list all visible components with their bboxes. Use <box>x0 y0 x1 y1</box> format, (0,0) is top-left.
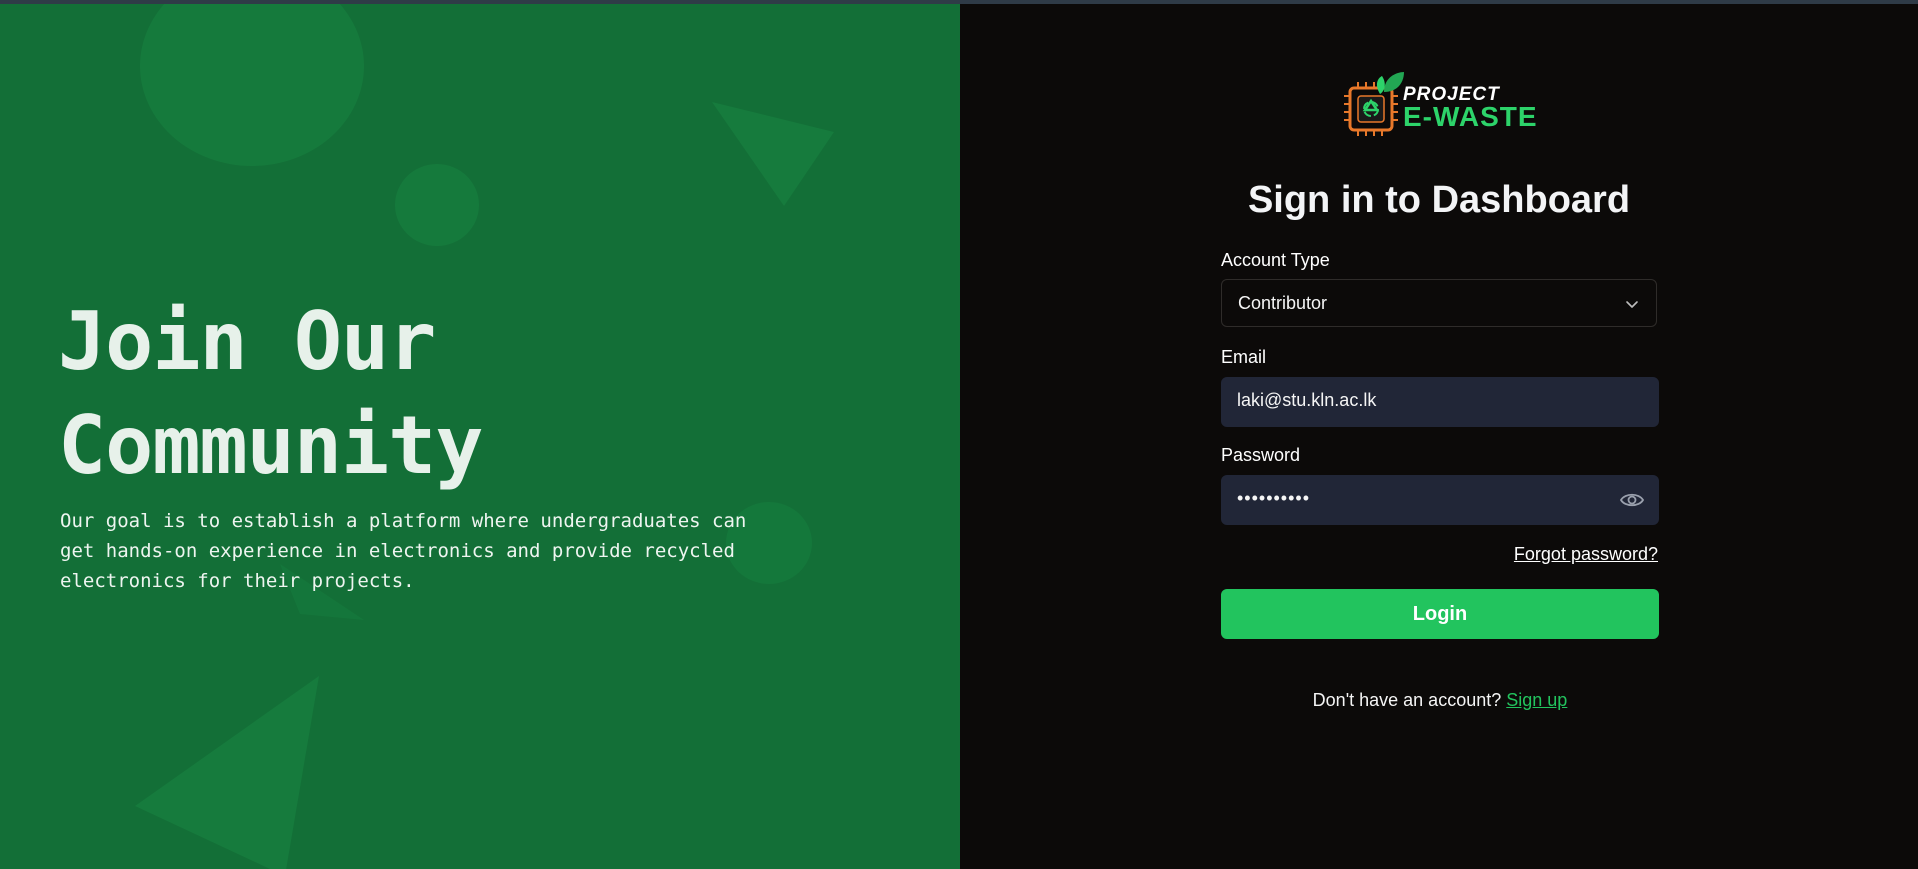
email-field[interactable]: laki@stu.kln.ac.lk <box>1221 377 1659 427</box>
email-label: Email <box>1221 347 1267 367</box>
password-field[interactable]: •••••••••• <box>1221 475 1659 525</box>
hero-title: Join Our Community <box>58 290 758 498</box>
email-value: laki@stu.kln.ac.lk <box>1237 390 1377 410</box>
logo-text-ewaste: E-WASTE <box>1403 101 1538 132</box>
hero-title-line-1: Join Our <box>58 295 436 388</box>
account-type-label: Account Type <box>1221 250 1330 270</box>
account-type-select[interactable]: Contributor <box>1221 279 1657 327</box>
eye-icon[interactable] <box>1619 488 1645 512</box>
hero-title-line-2: Community <box>58 399 483 492</box>
chevron-down-icon <box>1626 301 1638 308</box>
signin-page: Join Our Community Our goal is to establ… <box>0 0 1918 869</box>
decorative-circle <box>140 4 364 166</box>
forgot-password-link[interactable]: Forgot password? <box>1460 544 1658 565</box>
hero-panel: Join Our Community Our goal is to establ… <box>0 4 960 869</box>
decorative-triangle <box>712 102 834 206</box>
account-type-value: Contributor <box>1238 293 1328 313</box>
decorative-circle <box>395 164 479 246</box>
decorative-triangle <box>135 676 319 869</box>
signup-prompt: Don't have an account? Sign up <box>1221 690 1659 711</box>
top-border <box>0 0 1918 4</box>
login-button[interactable]: Login <box>1221 589 1659 639</box>
hero-description: Our goal is to establish a platform wher… <box>60 510 747 592</box>
signin-panel: PROJECT E-WASTE Sign in to Dashboard Acc… <box>960 4 1918 869</box>
password-label: Password <box>1221 445 1301 465</box>
page-title: Sign in to Dashboard <box>1247 179 1631 221</box>
password-value: •••••••••• <box>1237 488 1311 508</box>
signup-link[interactable]: Sign up <box>1506 690 1567 710</box>
signup-prompt-text: Don't have an account? <box>1312 690 1502 710</box>
